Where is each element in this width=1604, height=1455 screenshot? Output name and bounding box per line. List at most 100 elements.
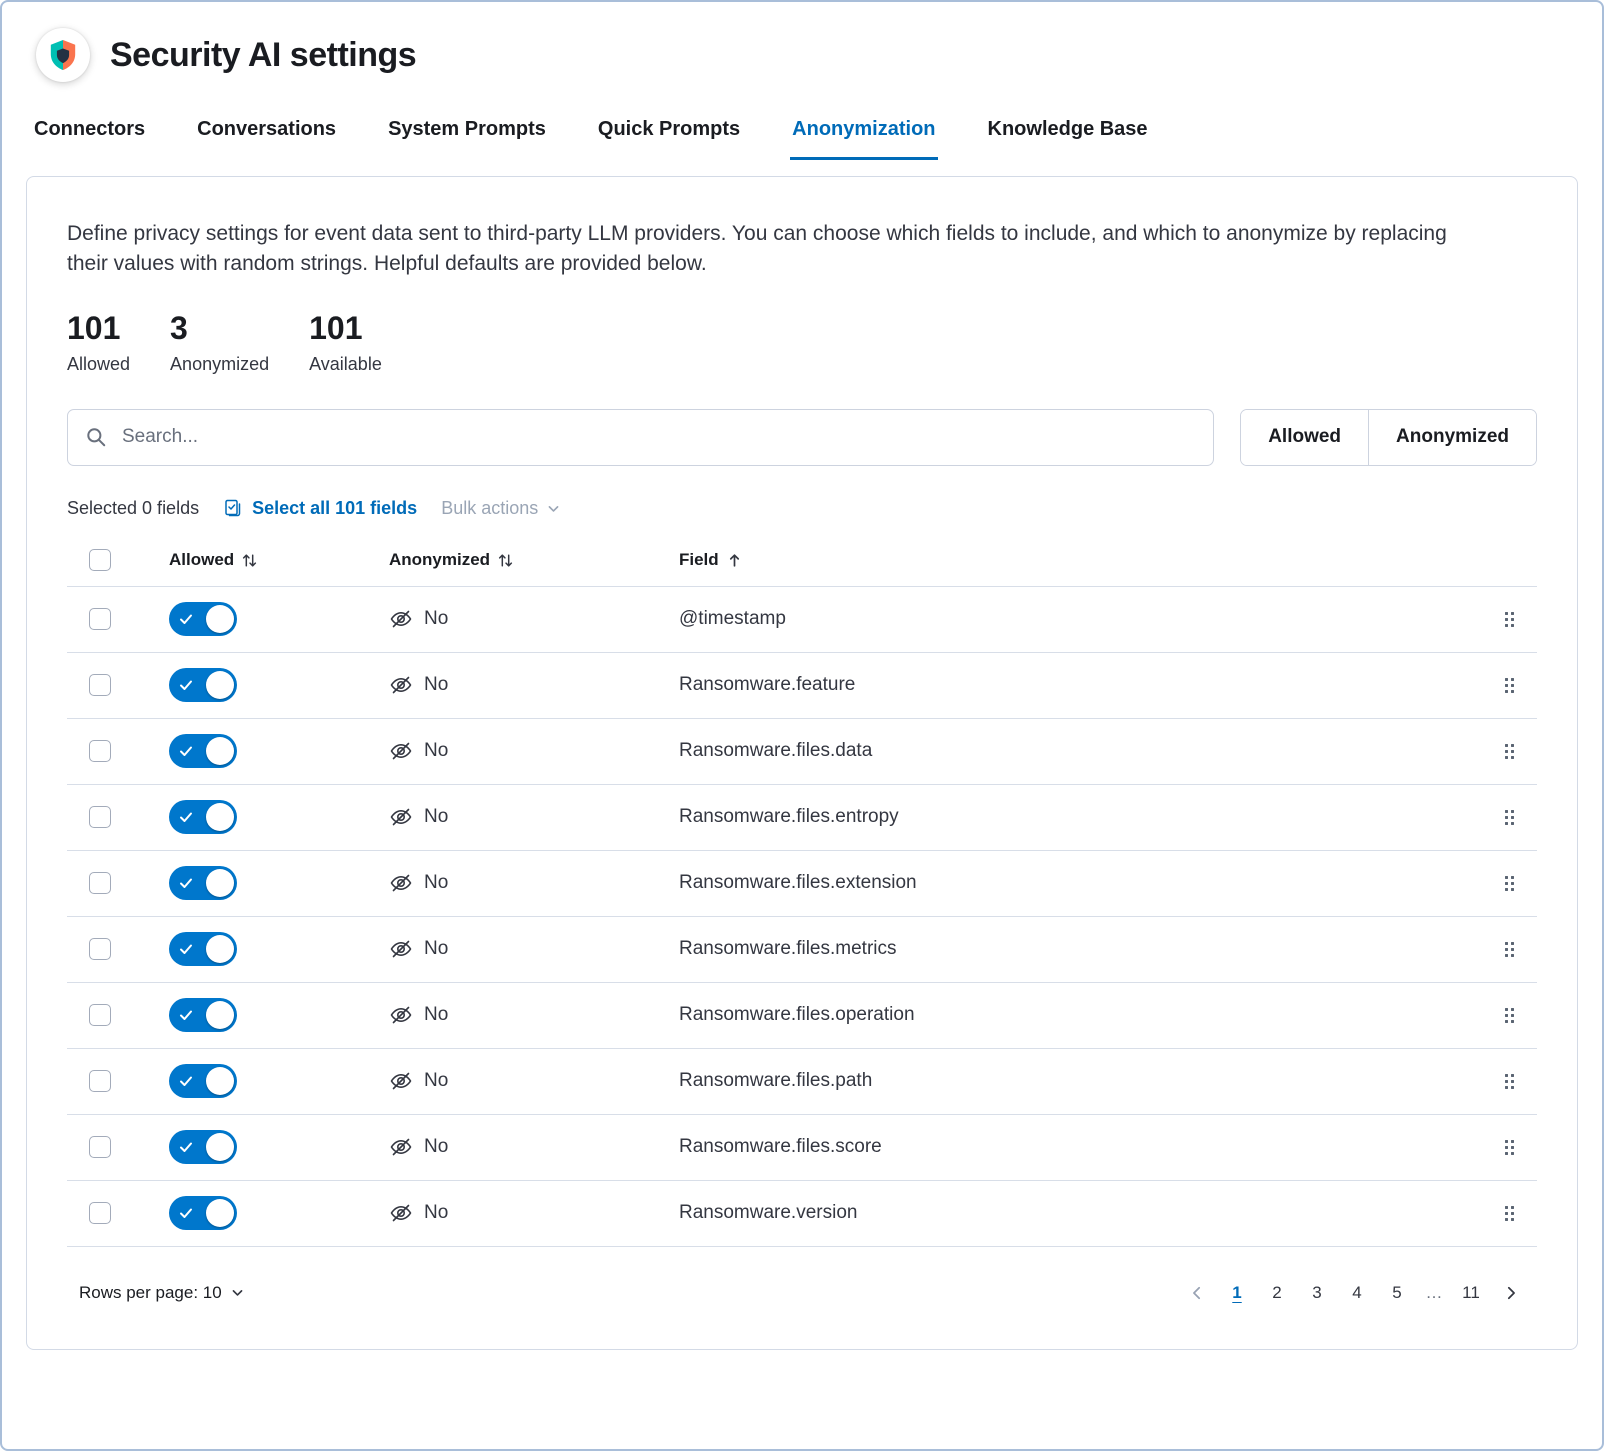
row-checkbox[interactable] (89, 1136, 111, 1158)
row-checkbox[interactable] (89, 608, 111, 630)
stat-allowed-label: Allowed (67, 354, 130, 375)
allowed-toggle[interactable] (169, 602, 237, 636)
page-button-11[interactable]: 11 (1453, 1275, 1489, 1311)
filter-anonymized-button[interactable]: Anonymized (1368, 410, 1536, 465)
row-checkbox[interactable] (89, 740, 111, 762)
row-actions-button[interactable] (1500, 871, 1519, 896)
eye-closed-icon (389, 937, 413, 961)
table-row: No Ransomware.files.data (67, 719, 1537, 785)
row-actions-button[interactable] (1500, 673, 1519, 698)
row-checkbox[interactable] (89, 1202, 111, 1224)
page-button-5[interactable]: 5 (1379, 1275, 1415, 1311)
table-footer: Rows per page: 10 1 2 3 4 5 … 11 (67, 1247, 1537, 1323)
row-actions-button[interactable] (1500, 937, 1519, 962)
column-header-anonymized[interactable]: Anonymized (389, 550, 514, 570)
anonymized-value: No (424, 806, 448, 828)
anonymized-value: No (424, 1136, 448, 1158)
boxes-vertical-icon (1504, 743, 1515, 760)
stat-available-value: 101 (309, 310, 382, 347)
page-button-2[interactable]: 2 (1259, 1275, 1295, 1311)
field-name: Ransomware.files.operation (679, 1004, 1481, 1026)
tab-quick-prompts[interactable]: Quick Prompts (596, 118, 742, 160)
select-all-checkbox[interactable] (89, 549, 111, 571)
row-actions-button[interactable] (1500, 607, 1519, 632)
allowed-toggle[interactable] (169, 734, 237, 768)
table-row: No Ransomware.feature (67, 653, 1537, 719)
stat-available: 101 Available (309, 310, 382, 375)
bulk-actions-button[interactable]: Bulk actions (441, 498, 560, 519)
page-title: Security AI settings (110, 36, 416, 75)
row-actions-button[interactable] (1500, 739, 1519, 764)
boxes-vertical-icon (1504, 677, 1515, 694)
table-row: No Ransomware.files.extension (67, 851, 1537, 917)
row-actions-button[interactable] (1500, 1069, 1519, 1094)
field-name: Ransomware.files.metrics (679, 938, 1481, 960)
row-checkbox[interactable] (89, 806, 111, 828)
allowed-toggle[interactable] (169, 800, 237, 834)
boxes-vertical-icon (1504, 1139, 1515, 1156)
search-icon (85, 426, 107, 448)
column-header-allowed[interactable]: Allowed (169, 550, 258, 570)
stat-allowed: 101 Allowed (67, 310, 130, 375)
field-name: Ransomware.files.extension (679, 872, 1481, 894)
allowed-toggle[interactable] (169, 998, 237, 1032)
eye-closed-icon (389, 1135, 413, 1159)
field-name: Ransomware.version (679, 1202, 1481, 1224)
tab-system-prompts[interactable]: System Prompts (386, 118, 548, 160)
previous-page-button[interactable] (1179, 1275, 1215, 1311)
allowed-toggle[interactable] (169, 1196, 237, 1230)
stat-anonymized-label: Anonymized (170, 354, 269, 375)
allowed-toggle[interactable] (169, 866, 237, 900)
page-button-3[interactable]: 3 (1299, 1275, 1335, 1311)
field-name: Ransomware.files.data (679, 740, 1481, 762)
row-checkbox[interactable] (89, 674, 111, 696)
eye-closed-icon (389, 739, 413, 763)
bulk-actions-label: Bulk actions (441, 498, 538, 519)
page-button-4[interactable]: 4 (1339, 1275, 1375, 1311)
selected-fields-count: Selected 0 fields (67, 498, 199, 519)
anonymized-value: No (424, 938, 448, 960)
allowed-toggle[interactable] (169, 1130, 237, 1164)
stat-anonymized-value: 3 (170, 310, 269, 347)
allowed-toggle[interactable] (169, 932, 237, 966)
row-checkbox[interactable] (89, 1070, 111, 1092)
row-checkbox[interactable] (89, 872, 111, 894)
next-page-button[interactable] (1493, 1275, 1529, 1311)
filter-allowed-button[interactable]: Allowed (1241, 410, 1368, 465)
row-checkbox[interactable] (89, 1004, 111, 1026)
row-actions-button[interactable] (1500, 1003, 1519, 1028)
rows-per-page-button[interactable]: Rows per page: 10 (79, 1283, 244, 1303)
page-button-1[interactable]: 1 (1219, 1275, 1255, 1311)
check-icon (178, 1007, 194, 1023)
fields-table: Allowed Anonymized Field (67, 535, 1537, 1247)
row-actions-button[interactable] (1500, 1201, 1519, 1226)
select-all-fields-button[interactable]: Select all 101 fields (223, 498, 417, 519)
allowed-toggle[interactable] (169, 1064, 237, 1098)
chevron-left-icon (1190, 1286, 1204, 1300)
tab-connectors[interactable]: Connectors (32, 118, 147, 160)
row-checkbox[interactable] (89, 938, 111, 960)
check-icon (178, 1139, 194, 1155)
eye-closed-icon (389, 673, 413, 697)
chevron-down-icon (547, 502, 560, 515)
tab-knowledge-base[interactable]: Knowledge Base (986, 118, 1150, 160)
pagination: 1 2 3 4 5 … 11 (1179, 1275, 1529, 1311)
chevron-down-icon (231, 1286, 244, 1299)
row-actions-button[interactable] (1500, 1135, 1519, 1160)
anonymized-value: No (424, 1202, 448, 1224)
tab-anonymization[interactable]: Anonymization (790, 118, 937, 160)
search-input[interactable] (67, 409, 1214, 466)
stats-row: 101 Allowed 3 Anonymized 101 Available (67, 310, 1537, 375)
rows-per-page-label: Rows per page: 10 (79, 1283, 222, 1303)
boxes-vertical-icon (1504, 941, 1515, 958)
tab-conversations[interactable]: Conversations (195, 118, 338, 160)
anonymized-value: No (424, 674, 448, 696)
panel-description: Define privacy settings for event data s… (67, 219, 1487, 280)
allowed-toggle[interactable] (169, 668, 237, 702)
select-document-icon (223, 498, 243, 518)
table-row: No Ransomware.files.path (67, 1049, 1537, 1115)
column-header-field[interactable]: Field (679, 550, 743, 570)
row-actions-button[interactable] (1500, 805, 1519, 830)
boxes-vertical-icon (1504, 809, 1515, 826)
check-icon (178, 1073, 194, 1089)
